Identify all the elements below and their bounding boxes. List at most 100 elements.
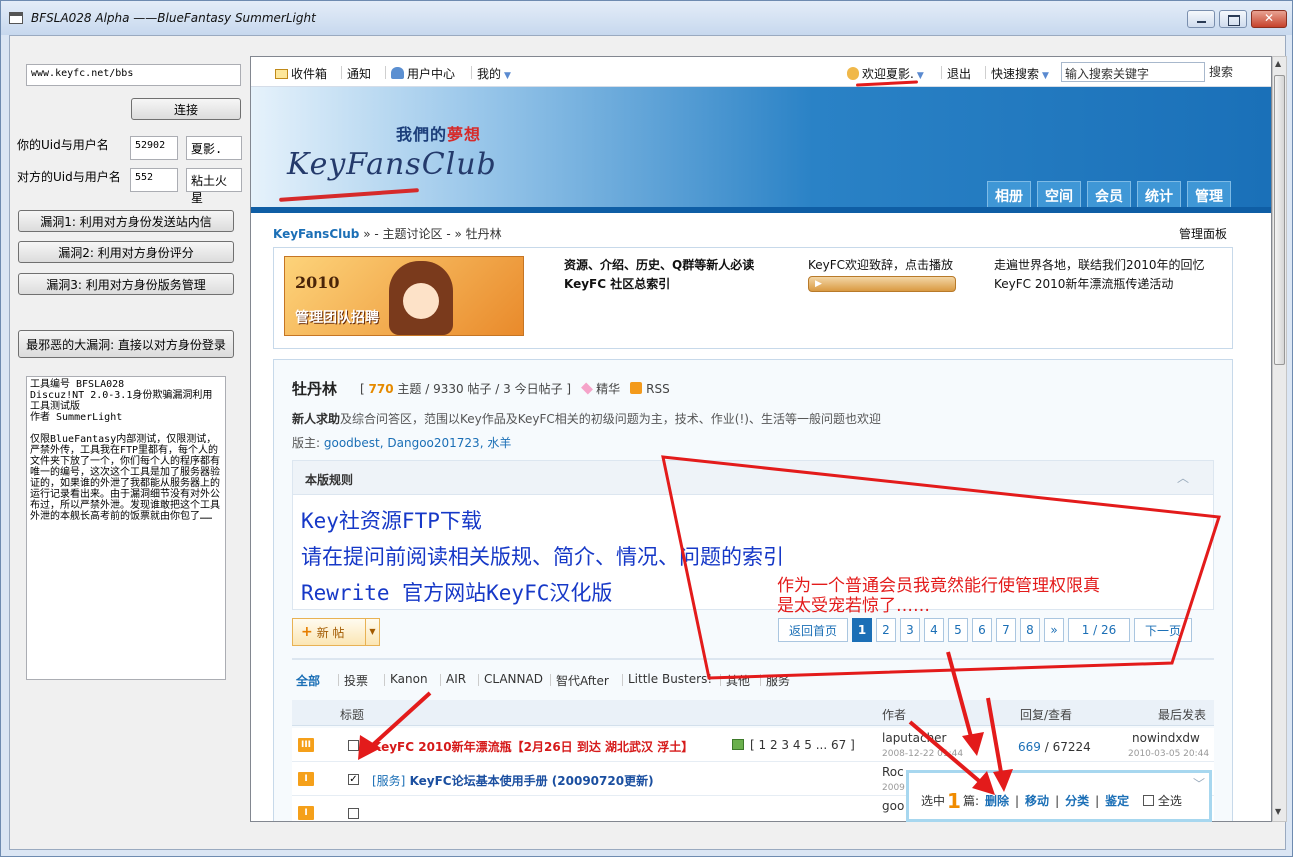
- col-author[interactable]: 作者: [882, 706, 906, 723]
- recruit-banner[interactable]: 2010 管理团队招聘: [284, 256, 524, 336]
- delete-button[interactable]: 删除: [985, 794, 1009, 808]
- thread-tag[interactable]: [服务]: [372, 774, 405, 788]
- type-tab[interactable]: CLANNAD: [478, 672, 543, 686]
- search-input[interactable]: 输入搜索关键字: [1061, 62, 1205, 82]
- pager-page[interactable]: 4: [924, 618, 944, 642]
- notice-link[interactable]: 走遍世界各地，联结我们2010年的回忆: [994, 256, 1205, 275]
- tab-stats[interactable]: 统计: [1137, 181, 1181, 209]
- memo-line: 工具编号 BFSLA028: [30, 379, 125, 390]
- other-name-field[interactable]: 粘土火星: [186, 168, 242, 205]
- inbox-link[interactable]: 收件箱: [275, 65, 327, 82]
- other-uid-field[interactable]: 552: [130, 168, 178, 192]
- type-tab[interactable]: AIR: [439, 672, 466, 686]
- url-field[interactable]: www.keyfc.net/bbs: [26, 64, 241, 86]
- mods-list[interactable]: goodbest, Dangoo201723, 水羊: [324, 436, 511, 450]
- type-tab[interactable]: 其他: [719, 672, 750, 689]
- pager-page[interactable]: 3: [900, 618, 920, 642]
- connect-button[interactable]: 连接: [131, 98, 241, 120]
- notice-link[interactable]: KeyFC 2010新年漂流瓶传递活动: [994, 275, 1173, 294]
- scroll-down-icon[interactable]: ▼: [1275, 807, 1281, 816]
- chevron-down-icon[interactable]: ▼: [365, 619, 379, 645]
- scrollbar-thumb[interactable]: [1274, 75, 1285, 365]
- col-last-post[interactable]: 最后发表: [1158, 706, 1206, 723]
- move-button[interactable]: 移动: [1025, 794, 1049, 808]
- thread-author[interactable]: goo: [882, 799, 904, 813]
- type-tab[interactable]: 投票: [337, 672, 368, 689]
- usercenter-link[interactable]: 用户中心: [384, 65, 455, 82]
- pager-page[interactable]: 7: [996, 618, 1016, 642]
- pager-next[interactable]: 下一页: [1134, 618, 1192, 642]
- rate-button[interactable]: 鉴定: [1105, 794, 1129, 808]
- thread-title[interactable]: KeyFC 2010新年漂流瓶【2月26日 到达 湖北武汉 浮土】: [372, 738, 693, 755]
- vuln1-button[interactable]: 漏洞1: 利用对方身份发送站内信: [18, 210, 234, 232]
- digest-link[interactable]: 精华: [596, 382, 620, 396]
- search-button[interactable]: 搜索: [1209, 63, 1233, 80]
- pager-jump[interactable]: 1 / 26: [1068, 618, 1130, 642]
- collapse-icon[interactable]: ﹀: [1193, 775, 1205, 792]
- rules-header[interactable]: 本版规则 ︿: [293, 461, 1213, 495]
- pager-more[interactable]: »: [1044, 618, 1064, 642]
- rules-link[interactable]: Rewrite 官方网站KeyFC汉化版: [301, 577, 612, 607]
- thread-title[interactable]: [服务] KeyFC论坛基本使用手册 (20090720更新): [372, 772, 654, 789]
- collapse-icon[interactable]: ︿: [1177, 469, 1189, 486]
- thread-checkbox[interactable]: [348, 808, 359, 819]
- minimize-button[interactable]: [1187, 10, 1215, 28]
- pager-page[interactable]: 1: [852, 618, 872, 642]
- thread-checkbox-checked[interactable]: ✓: [348, 774, 359, 785]
- pager-page[interactable]: 5: [948, 618, 968, 642]
- notify-link[interactable]: 通知: [340, 65, 371, 82]
- notice-link[interactable]: KeyFC欢迎致辞，点击播放: [808, 256, 953, 275]
- type-tab[interactable]: 全部: [296, 672, 320, 689]
- info-memo[interactable]: 工具编号 BFSLA028 Discuz!NT 2.0-3.1身份欺骗漏洞利用工…: [26, 376, 226, 680]
- admin-panel-link[interactable]: 管理面板: [1179, 225, 1227, 242]
- thread-pages: [ 1 2 3 4 5 ... 67 ]: [732, 738, 855, 752]
- type-tab[interactable]: Kanon: [384, 672, 428, 686]
- vuln2-button[interactable]: 漏洞2: 利用对方身份评分: [18, 241, 234, 263]
- users-icon: [391, 67, 404, 79]
- mine-menu[interactable]: 我的 ▼: [471, 65, 511, 82]
- thread-author[interactable]: laputacher: [882, 731, 947, 745]
- site-logo[interactable]: KeyFansClub: [287, 147, 497, 182]
- tab-members[interactable]: 会员: [1087, 181, 1131, 209]
- thread-pages-label[interactable]: [ 1 2 3 4 5 ... 67 ]: [750, 738, 855, 752]
- notice-link[interactable]: 资源、介绍、历史、Q群等新人必读: [564, 256, 754, 275]
- tab-admin[interactable]: 管理: [1187, 181, 1231, 209]
- thread-author[interactable]: Roc: [882, 765, 904, 779]
- tab-album[interactable]: 相册: [987, 181, 1031, 209]
- quicksearch-menu[interactable]: 快速搜索 ▼: [985, 65, 1049, 82]
- login-as-other-button[interactable]: 最邪恶的大漏洞: 直接以对方身份登录: [18, 330, 234, 358]
- col-replies-views[interactable]: 回复/查看: [1020, 706, 1072, 723]
- breadcrumb-home[interactable]: KeyFansClub: [273, 227, 359, 241]
- close-button[interactable]: [1251, 10, 1287, 28]
- tab-space[interactable]: 空间: [1037, 181, 1081, 209]
- type-tab[interactable]: Little Busters!: [621, 672, 712, 686]
- scroll-up-icon[interactable]: ▲: [1275, 59, 1281, 68]
- mods-label: 版主:: [292, 436, 321, 450]
- vuln3-button[interactable]: 漏洞3: 利用对方身份版务管理: [18, 273, 234, 295]
- my-name-field[interactable]: 夏影.: [186, 136, 242, 160]
- type-tab[interactable]: 服务: [759, 672, 790, 689]
- new-post-button[interactable]: + 新 帖 ▼: [292, 618, 380, 646]
- table-row[interactable]: III KeyFC 2010新年漂流瓶【2月26日 到达 湖北武汉 浮土】 [ …: [292, 728, 1214, 762]
- notice-link[interactable]: KeyFC 社区总索引: [564, 275, 670, 294]
- classify-button[interactable]: 分类: [1065, 794, 1089, 808]
- rules-link[interactable]: Key社资源FTP下载: [301, 505, 482, 535]
- thread-checkbox[interactable]: [348, 740, 359, 751]
- rules-link[interactable]: 请在提问前阅读相关版规、简介、情况、问题的索引: [301, 541, 784, 571]
- memo-spacer: [30, 423, 222, 434]
- pager-page[interactable]: 2: [876, 618, 896, 642]
- browser-scrollbar[interactable]: ▲ ▼: [1272, 56, 1287, 822]
- rss-link[interactable]: RSS: [646, 382, 670, 396]
- select-all-checkbox[interactable]: [1142, 795, 1154, 806]
- last-poster[interactable]: nowindxdw: [1132, 731, 1200, 745]
- pager-page[interactable]: 8: [1020, 618, 1040, 642]
- pager-page[interactable]: 6: [972, 618, 992, 642]
- maximize-button[interactable]: [1219, 10, 1247, 28]
- pager-back[interactable]: 返回首页: [778, 618, 848, 642]
- promo-text: 管理团队招聘: [295, 310, 379, 326]
- type-tab[interactable]: 智代After: [550, 672, 609, 689]
- logout-link[interactable]: 退出: [940, 65, 971, 82]
- my-uid-field[interactable]: 52902: [130, 136, 178, 160]
- welcome-menu[interactable]: 欢迎夏影. ▼: [847, 65, 924, 82]
- audio-player[interactable]: ▶: [808, 276, 956, 292]
